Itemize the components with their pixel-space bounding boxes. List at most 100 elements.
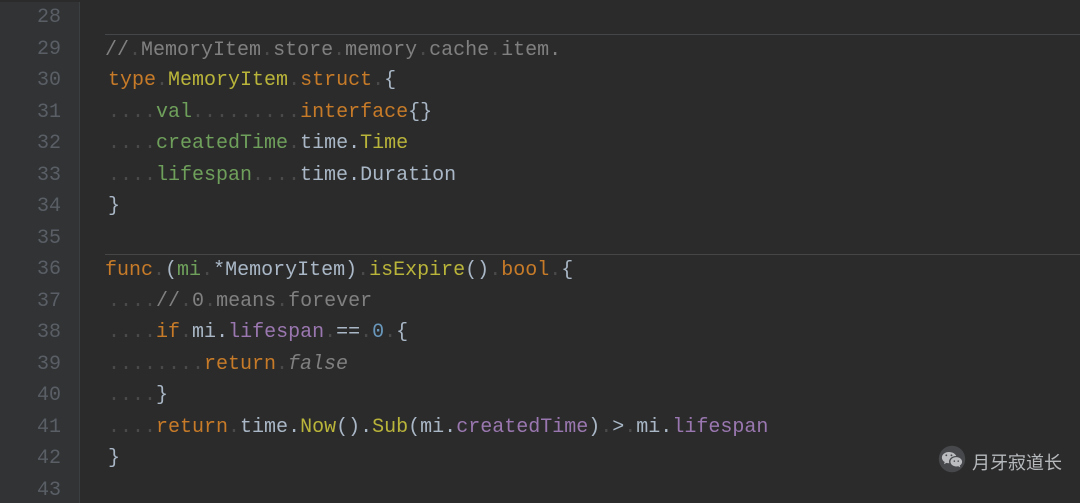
token-funcname: Now (300, 416, 336, 439)
token-ws: .... (108, 164, 156, 187)
code-line[interactable]: ........return.false (108, 349, 1080, 381)
token-comment: // (156, 290, 180, 313)
token-ws: . (288, 69, 300, 92)
code-line[interactable]: ....return.time.Now().Sub(mi.createdTime… (108, 412, 1080, 444)
token-ws: . (417, 39, 429, 62)
token-punc: () (465, 259, 489, 282)
token-punc: } (108, 195, 120, 218)
line-number: 43 (0, 475, 61, 503)
line-number: 38 (0, 317, 61, 349)
token-comment: means (216, 290, 276, 313)
token-pkg: time (300, 164, 348, 187)
token-typ: Time (360, 132, 408, 155)
token-ws: . (360, 321, 372, 344)
token-comment: store (273, 39, 333, 62)
line-number: 31 (0, 97, 61, 129)
line-number: 34 (0, 191, 61, 223)
line-number: 28 (0, 2, 61, 34)
token-pkg: time (240, 416, 288, 439)
code-line[interactable]: ....lifespan....time.Duration (108, 160, 1080, 192)
token-punc: ) (345, 259, 357, 282)
token-ws: .... (108, 132, 156, 155)
token-ws: ........ (108, 353, 204, 376)
token-kw2: bool (501, 259, 549, 282)
token-punc: . (348, 164, 360, 187)
token-comment: item. (501, 39, 561, 62)
token-ws: . (624, 416, 636, 439)
token-pkg: mi (636, 416, 660, 439)
code-line[interactable]: type.MemoryItem.struct.{ (108, 65, 1080, 97)
token-boolv: false (288, 353, 348, 376)
token-num: 0 (372, 321, 384, 344)
code-line[interactable]: } (108, 191, 1080, 223)
token-punc: { (396, 321, 408, 344)
token-field: createdTime (156, 132, 288, 155)
line-number: 33 (0, 160, 61, 192)
token-punc: } (156, 384, 168, 407)
token-punc: () (336, 416, 360, 439)
token-kw: interface (300, 101, 408, 124)
token-field: val (156, 101, 192, 124)
token-method: createdTime (456, 416, 588, 439)
token-punc: . (216, 321, 228, 344)
line-number-gutter: 28293031323334353637383940414243 (0, 2, 80, 503)
code-area[interactable]: //.MemoryItem.store.memory.cache.item.ty… (80, 2, 1080, 503)
token-kw: return (204, 353, 276, 376)
token-ws: .... (108, 290, 156, 313)
token-ws: . (180, 321, 192, 344)
line-number: 32 (0, 128, 61, 160)
token-ws: . (357, 259, 369, 282)
token-ws: . (489, 259, 501, 282)
token-ws: . (549, 259, 561, 282)
code-line[interactable]: ....//.0.means.forever (108, 286, 1080, 318)
token-ws: .... (252, 164, 300, 187)
token-comment: // (105, 39, 129, 62)
token-kw: type (108, 69, 156, 92)
token-ws: . (600, 416, 612, 439)
token-ws: . (201, 259, 213, 282)
token-punc: . (360, 416, 372, 439)
code-line[interactable]: ....} (108, 380, 1080, 412)
token-comment: forever (288, 290, 372, 313)
token-ws: . (153, 259, 165, 282)
token-pkg: mi (192, 321, 216, 344)
token-ws: . (324, 321, 336, 344)
token-punc: { (384, 69, 396, 92)
code-line[interactable]: ....createdTime.time.Time (108, 128, 1080, 160)
code-line[interactable]: ....if.mi.lifespan.==.0.{ (108, 317, 1080, 349)
token-star: * (213, 259, 225, 282)
code-line[interactable]: func.(mi.*MemoryItem).isExpire().bool.{ (105, 254, 1080, 286)
token-ws: . (384, 321, 396, 344)
token-kw: func (105, 259, 153, 282)
code-line[interactable]: } (108, 443, 1080, 475)
token-method: lifespan (228, 321, 324, 344)
token-ws: .... (108, 101, 156, 124)
code-line[interactable] (108, 223, 1080, 255)
token-field: mi (177, 259, 201, 282)
token-pkg: mi (420, 416, 444, 439)
code-line[interactable]: ....val.........interface{} (108, 97, 1080, 129)
line-number: 42 (0, 443, 61, 475)
token-ws: . (333, 39, 345, 62)
token-funcname: Sub (372, 416, 408, 439)
token-punc: ( (408, 416, 420, 439)
token-ws: . (180, 290, 192, 313)
code-line[interactable] (108, 2, 1080, 34)
token-punc: ( (165, 259, 177, 282)
token-ws: . (156, 69, 168, 92)
token-comment: 0 (192, 290, 204, 313)
line-number: 36 (0, 254, 61, 286)
token-punc: . (348, 132, 360, 155)
line-number: 39 (0, 349, 61, 381)
token-ws: . (261, 39, 273, 62)
token-punc: } (108, 447, 120, 470)
code-line[interactable] (108, 475, 1080, 503)
token-pkg: MemoryItem (225, 259, 345, 282)
token-comment: memory (345, 39, 417, 62)
code-editor[interactable]: 28293031323334353637383940414243 //.Memo… (0, 0, 1080, 503)
line-number: 41 (0, 412, 61, 444)
token-kw: return (156, 416, 228, 439)
code-line[interactable]: //.MemoryItem.store.memory.cache.item. (105, 34, 1080, 66)
token-punc: . (660, 416, 672, 439)
line-number: 35 (0, 223, 61, 255)
